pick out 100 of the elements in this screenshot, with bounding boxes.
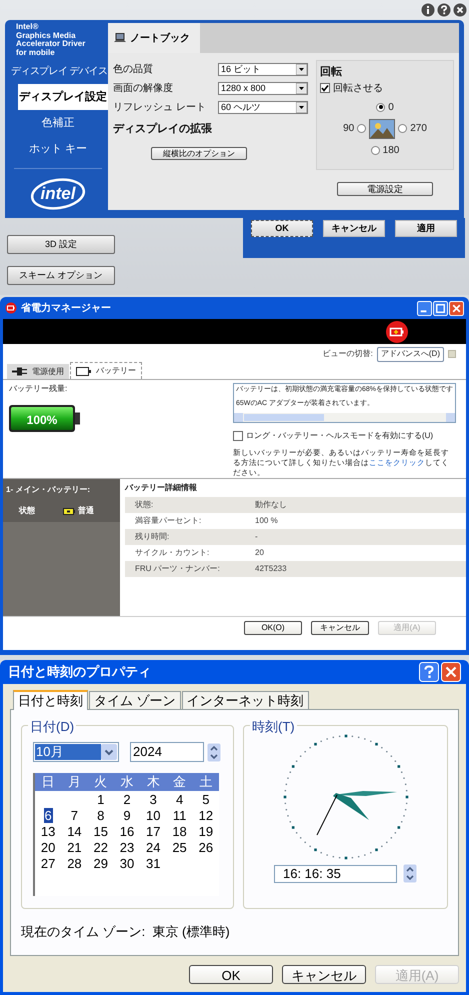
calendar-day[interactable]: 30: [118, 856, 136, 870]
calendar-day[interactable]: 29: [92, 856, 109, 870]
detail-label: FRU パーツ・ナンバー:: [135, 563, 221, 575]
calendar-day[interactable]: 31: [145, 856, 162, 870]
calendar-day[interactable]: 18: [171, 824, 188, 838]
detail-label: 状態:: [135, 499, 154, 511]
calendar-day[interactable]: 9: [122, 808, 132, 822]
calendar-day[interactable]: 21: [66, 840, 83, 854]
calendar-day[interactable]: 4: [174, 792, 184, 806]
dialog-button[interactable]: OK: [251, 220, 313, 237]
tab[interactable]: タイム ゾーン: [89, 691, 181, 709]
calendar-day[interactable]: 12: [198, 808, 214, 822]
status-label: 状態: [19, 505, 36, 517]
power-settings-button[interactable]: 電源設定: [337, 182, 433, 196]
rotation-label: 0: [388, 100, 394, 114]
rotation-label: 180: [382, 144, 400, 158]
laptop-icon: [114, 33, 126, 43]
dropdown[interactable]: 1280 x 800: [218, 82, 308, 95]
detail-value: 100 %: [255, 515, 278, 527]
detail-label: サイクル・カウント:: [135, 547, 210, 559]
setting-label: リフレッシュ レート: [113, 101, 207, 115]
calendar-day[interactable]: 5: [201, 792, 210, 806]
rotation-label: 270: [410, 122, 427, 136]
calendar-day[interactable]: 13: [40, 824, 56, 838]
battery-percent: 100%: [26, 412, 58, 429]
help-icon[interactable]: [437, 3, 451, 17]
horizontal-scrollbar[interactable]: [234, 413, 455, 422]
month-dropdown[interactable]: 10月: [33, 742, 119, 762]
calendar-day[interactable]: 2: [122, 792, 132, 806]
weekday-header: 日: [35, 773, 62, 791]
spinner-icon[interactable]: [403, 864, 417, 883]
checkbox[interactable]: [320, 83, 330, 93]
calendar-day[interactable]: 20: [40, 840, 56, 854]
minimize-icon[interactable]: [417, 300, 432, 316]
dialog-button[interactable]: キャンセル: [311, 620, 369, 634]
time-field[interactable]: 16: 16: 35: [274, 864, 397, 882]
tab[interactable]: 日付と時刻: [13, 690, 88, 710]
nav-item[interactable]: ホット キー: [8, 136, 108, 162]
dropdown[interactable]: 16 ビット: [218, 63, 308, 76]
device-tab[interactable]: ノートブック: [108, 23, 200, 53]
weekday-header: 金: [166, 773, 193, 791]
battery-terminal: [75, 412, 80, 424]
calendar-day[interactable]: 10: [145, 808, 162, 822]
side-button[interactable]: スキーム オプション: [7, 266, 115, 285]
nav-item[interactable]: 色補正: [8, 110, 108, 136]
rotation-label: 90: [343, 122, 354, 136]
details-title: バッテリー詳細情報: [125, 482, 198, 494]
view-switch-button[interactable]: アドバンスへ(D): [376, 346, 444, 362]
calendar-day[interactable]: 3: [148, 792, 158, 806]
close-icon[interactable]: [441, 662, 461, 682]
tab[interactable]: 電源使用: [7, 364, 69, 379]
dialog-button[interactable]: キャンセル: [323, 220, 385, 237]
calendar-day[interactable]: 1: [96, 792, 106, 806]
close-icon[interactable]: [449, 300, 464, 316]
calendar-day[interactable]: 23: [118, 840, 136, 854]
dialog-button[interactable]: OK: [189, 965, 273, 984]
calendar-day[interactable]: 16: [118, 824, 136, 838]
close-icon[interactable]: [453, 3, 467, 17]
tab[interactable]: バッテリー: [70, 362, 142, 379]
side-button[interactable]: 3D 設定: [7, 235, 115, 254]
calendar-day[interactable]: 14: [66, 824, 83, 838]
dialog-button[interactable]: 適用: [395, 220, 457, 237]
tab[interactable]: インターネット時刻: [182, 691, 309, 709]
nav-item[interactable]: ディスプレイ デバイス: [8, 58, 108, 84]
radio-button[interactable]: [376, 102, 386, 112]
calendar-day[interactable]: 26: [198, 840, 214, 854]
calendar-day[interactable]: 7: [70, 808, 80, 822]
window-title: 日付と時刻のプロパティ: [8, 663, 152, 682]
battery-label: バッテリー残量:: [9, 383, 68, 395]
product-name: Intel® Graphics Media Accelerator Driver for mobile: [15, 23, 86, 58]
dropdown[interactable]: 60 ヘルツ: [218, 101, 308, 114]
calendar-day[interactable]: 6: [44, 808, 53, 822]
battery-status-icon: [63, 508, 75, 514]
radio-button[interactable]: [370, 146, 380, 154]
plug-icon: [12, 367, 28, 376]
calendar-day[interactable]: 19: [198, 824, 214, 838]
calendar-day[interactable]: 27: [40, 856, 56, 870]
window-title: 省電力マネージャー: [21, 302, 112, 316]
year-field[interactable]: 2024: [130, 742, 204, 762]
checkbox[interactable]: [232, 431, 243, 441]
aspect-ratio-button[interactable]: 縦横比のオプション: [151, 146, 247, 160]
maximize-icon[interactable]: [433, 300, 448, 316]
radio-button[interactable]: [398, 124, 408, 133]
help-icon[interactable]: [419, 662, 439, 682]
checkbox-label: ロング・バッテリー・ヘルスモードを有効にする(U): [246, 430, 434, 442]
spinner-icon[interactable]: [207, 742, 221, 762]
dialog-button[interactable]: キャンセル: [282, 965, 366, 984]
calendar-day[interactable]: 24: [145, 840, 162, 854]
nav-item[interactable]: ディスプレイ設定: [18, 84, 108, 110]
info-icon[interactable]: [421, 3, 435, 17]
calendar-day[interactable]: 8: [96, 808, 106, 822]
detail-value: 動作なし: [255, 499, 287, 511]
calendar-day[interactable]: 15: [92, 824, 109, 838]
calendar-day[interactable]: 28: [66, 856, 83, 870]
radio-button[interactable]: [357, 124, 366, 133]
dialog-button[interactable]: OK(O): [244, 620, 302, 634]
calendar-day[interactable]: 25: [171, 840, 188, 854]
calendar-day[interactable]: 22: [92, 840, 109, 854]
calendar-day[interactable]: 17: [145, 824, 162, 838]
calendar-day[interactable]: 11: [172, 808, 188, 822]
